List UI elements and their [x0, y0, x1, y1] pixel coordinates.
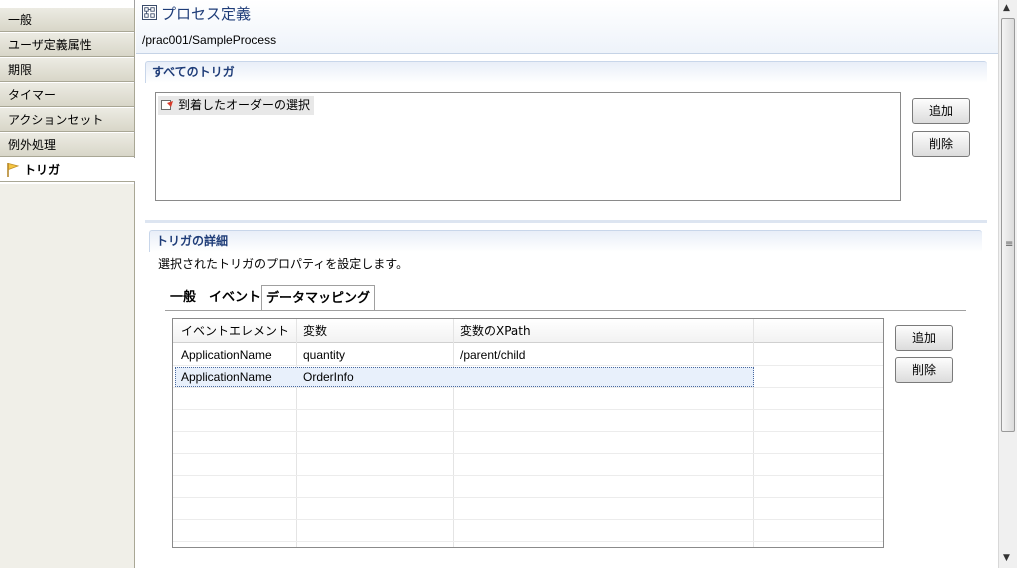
sidebar-item-exception[interactable]: 例外処理: [0, 133, 135, 157]
row-divider: [173, 409, 883, 410]
scroll-up-arrow-icon[interactable]: ▲: [1003, 3, 1010, 13]
grip-icon: ≡: [1005, 239, 1014, 250]
table-cell[interactable]: OrderInfo: [297, 366, 354, 388]
sidebar-item-trigger[interactable]: トリガ: [0, 158, 135, 182]
section-title-text: すべてのトリガ: [152, 65, 235, 79]
table-cell[interactable]: ApplicationName: [175, 344, 272, 366]
add-trigger-button[interactable]: 追加: [912, 98, 970, 124]
tab-general[interactable]: 一般: [166, 285, 200, 310]
section-title-trigger-details: トリガの詳細: [149, 230, 982, 252]
table-cell[interactable]: ApplicationName: [175, 366, 272, 388]
sidebar-item-label: 一般: [8, 13, 33, 27]
sidebar-item-label: タイマー: [8, 88, 57, 102]
table-cell[interactable]: quantity: [297, 344, 345, 366]
page-title: プロセス定義: [161, 5, 252, 23]
sidebar-item-label: 例外処理: [8, 138, 57, 152]
delete-mapping-button[interactable]: 削除: [895, 357, 953, 383]
list-item[interactable]: 到着したオーダーの選択: [158, 96, 315, 115]
column-header-empty: [754, 319, 883, 343]
sidebar-item-label: ユーザ定義属性: [8, 38, 92, 52]
sidebar: 一般 ユーザ定義属性 期限 タイマー アクションセット 例外処理 トリガ: [0, 0, 135, 568]
sidebar-item-deadline[interactable]: 期限: [0, 58, 135, 82]
sidebar-item-label: 期限: [8, 63, 33, 77]
row-divider: [173, 387, 883, 388]
sidebar-item-label: トリガ: [24, 163, 61, 177]
row-divider: [173, 431, 883, 432]
column-header-variable-xpath[interactable]: 変数のXPath: [454, 319, 754, 343]
tab-data-mapping[interactable]: データマッピング: [261, 285, 376, 311]
section-title-all-triggers: すべてのトリガ: [145, 61, 987, 83]
scrollbar-thumb[interactable]: ≡: [1001, 18, 1015, 432]
table-cell[interactable]: [454, 366, 460, 388]
tab-event[interactable]: イベント: [205, 285, 265, 310]
sidebar-filler: [0, 184, 135, 568]
row-divider: [173, 497, 883, 498]
process-path: /prac001/SampleProcess: [142, 33, 277, 47]
tab-bar-line: [165, 310, 966, 311]
process-definition-icon: [142, 5, 157, 20]
sidebar-item-label: アクションセット: [8, 113, 104, 127]
editor-header: プロセス定義 /prac001/SampleProcess: [136, 0, 998, 54]
trigger-details-description: 選択されたトリガのプロパティを設定します。: [158, 257, 409, 271]
sidebar-item-user-attributes[interactable]: ユーザ定義属性: [0, 33, 135, 57]
delete-trigger-button[interactable]: 削除: [912, 131, 970, 157]
table-cell[interactable]: /parent/child: [454, 344, 525, 366]
row-divider: [173, 475, 883, 476]
vertical-scrollbar[interactable]: ▲ ≡ ▼: [998, 0, 1017, 568]
trigger-item-label: 到着したオーダーの選択: [178, 98, 311, 112]
sidebar-item-action-set[interactable]: アクションセット: [0, 108, 135, 132]
row-divider: [173, 453, 883, 454]
row-divider: [173, 365, 883, 366]
row-divider: [173, 519, 883, 520]
row-divider: [173, 541, 883, 542]
flag-icon: [7, 162, 20, 177]
data-mapping-table[interactable]: イベントエレメント 変数 変数のXPath ApplicationName qu…: [172, 318, 884, 548]
sidebar-item-general[interactable]: 一般: [0, 8, 135, 32]
section-divider[interactable]: [145, 220, 987, 223]
trigger-list[interactable]: 到着したオーダーの選択: [155, 92, 901, 201]
column-divider: [753, 319, 754, 547]
sidebar-item-timer[interactable]: タイマー: [0, 83, 135, 107]
column-header-variable[interactable]: 変数: [297, 319, 454, 343]
trigger-item-icon: [161, 100, 173, 110]
column-header-event-element[interactable]: イベントエレメント: [175, 319, 297, 343]
add-mapping-button[interactable]: 追加: [895, 325, 953, 351]
scroll-down-arrow-icon[interactable]: ▼: [1003, 553, 1010, 563]
section-title-text: トリガの詳細: [156, 234, 229, 248]
